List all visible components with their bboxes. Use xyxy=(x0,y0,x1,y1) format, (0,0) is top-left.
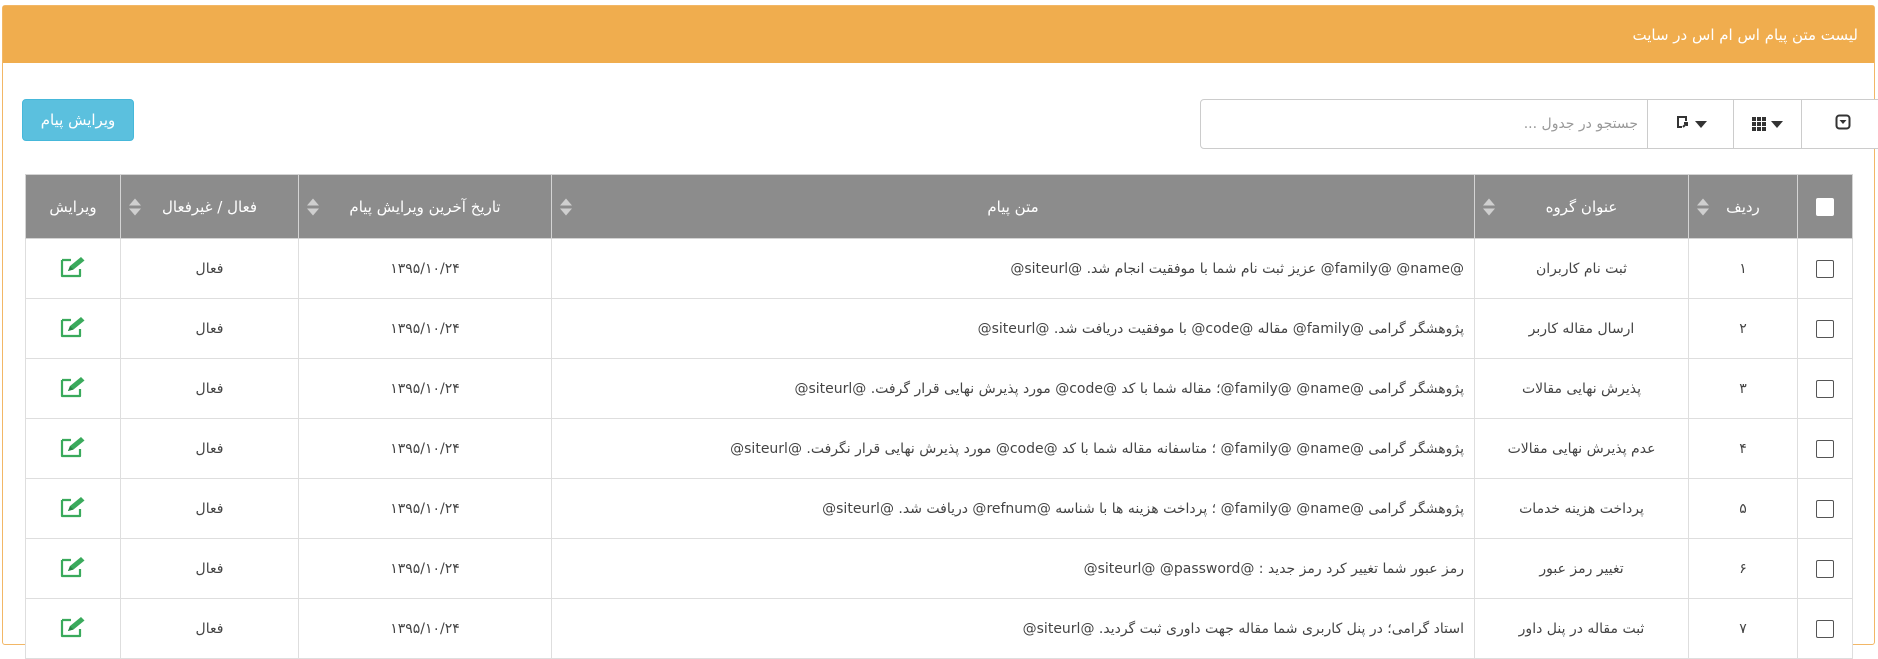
export-icon xyxy=(1674,114,1690,134)
sort-icon xyxy=(560,198,572,215)
select-all-checkbox[interactable] xyxy=(1816,197,1834,216)
chevron-down-icon xyxy=(1771,120,1783,128)
edit-cell xyxy=(25,598,121,659)
message-text-cell: استاد گرامی؛ در پنل کاربری شما مقاله جهت… xyxy=(551,598,1475,659)
status-cell: فعال xyxy=(120,538,299,599)
edit-icon[interactable] xyxy=(58,375,88,403)
status-cell: فعال xyxy=(120,478,299,539)
message-text-cell: رمز عبور شما تغییر کرد رمز جدید : @siteu… xyxy=(551,538,1475,599)
status-cell: فعال xyxy=(120,418,299,479)
group-title-cell: پذیرش نهایی مقالات xyxy=(1474,358,1689,419)
group-title-cell: پرداخت هزینه خدمات xyxy=(1474,478,1689,539)
row-number-cell: ۱ xyxy=(1688,238,1798,299)
grid-icon xyxy=(1752,117,1766,131)
edit-icon[interactable] xyxy=(58,435,88,463)
row-select-cell xyxy=(1797,418,1853,479)
table-row: ۶ تغییر رمز عبور رمز عبور شما تغییر کرد رم… xyxy=(25,538,1853,599)
last-edit-date-cell: ۱۳۹۵/۱۰/۲۴ xyxy=(298,538,552,599)
table-body: ۱ ثبت نام کاربران @family@ @name@ عزیز ثبت… xyxy=(25,238,1853,659)
column-header-group[interactable]: عنوان گروه xyxy=(1474,174,1689,239)
sort-icon xyxy=(1697,198,1709,215)
row-checkbox[interactable] xyxy=(1816,319,1834,338)
last-edit-date-cell: ۱۳۹۵/۱۰/۲۴ xyxy=(298,598,552,659)
edit-cell xyxy=(25,418,121,479)
column-header-status[interactable]: فعال / غیرفعال xyxy=(120,174,299,239)
select-all-header xyxy=(1797,174,1853,239)
last-edit-date-cell: ۱۳۹۵/۱۰/۲۴ xyxy=(298,238,552,299)
table-header-row: ردیف عنوان گروه متن پیام تاریخ آخرین ویر… xyxy=(25,174,1853,239)
row-checkbox[interactable] xyxy=(1816,619,1834,638)
message-text-cell: پژوهشگر گرامی @family@ @name@ ؛ متاسفانه… xyxy=(551,418,1475,479)
column-header-row-number[interactable]: ردیف xyxy=(1688,174,1798,239)
table-row: ۲ ارسال مقاله کاربر پژوهشگر گرامی @family@… xyxy=(25,298,1853,359)
message-text-cell: @family@ @name@ عزیز ثبت نام شما با موفق… xyxy=(551,238,1475,299)
edit-cell xyxy=(25,298,121,359)
toggle-button[interactable] xyxy=(1801,99,1878,149)
sms-messages-table: ردیف عنوان گروه متن پیام تاریخ آخرین ویر… xyxy=(25,174,1853,659)
row-number-cell: ۶ xyxy=(1688,538,1798,599)
group-title-cell: تغییر رمز عبور xyxy=(1474,538,1689,599)
edit-message-button[interactable]: ویرایش پیام xyxy=(22,99,134,141)
status-cell: فعال xyxy=(120,238,299,299)
chevron-down-icon xyxy=(1695,120,1707,128)
row-select-cell xyxy=(1797,238,1853,299)
message-text-cell: پژوهشگر گرامی @family@ @name@؛ مقاله شما… xyxy=(551,358,1475,419)
panel-title: لیست متن پیام اس ام اس در سایت xyxy=(1632,25,1859,44)
row-number-cell: ۲ xyxy=(1688,298,1798,359)
last-edit-date-cell: ۱۳۹۵/۱۰/۲۴ xyxy=(298,298,552,359)
row-select-cell xyxy=(1797,298,1853,359)
edit-cell xyxy=(25,358,121,419)
row-number-cell: ۴ xyxy=(1688,418,1798,479)
table-toolbar xyxy=(1200,99,1878,149)
edit-cell xyxy=(25,238,121,299)
edit-icon[interactable] xyxy=(58,255,88,283)
column-header-message[interactable]: متن پیام xyxy=(551,174,1475,239)
edit-icon[interactable] xyxy=(58,315,88,343)
row-checkbox[interactable] xyxy=(1816,559,1834,578)
message-text-cell: پژوهشگر گرامی @family@ مقاله @code@ با م… xyxy=(551,298,1475,359)
row-checkbox[interactable] xyxy=(1816,499,1834,518)
row-checkbox[interactable] xyxy=(1816,259,1834,278)
table-row: ۷ ثبت مقاله در پنل داور استاد گرامی؛ در پن… xyxy=(25,598,1853,659)
row-checkbox[interactable] xyxy=(1816,379,1834,398)
last-edit-date-cell: ۱۳۹۵/۱۰/۲۴ xyxy=(298,358,552,419)
row-select-cell xyxy=(1797,358,1853,419)
last-edit-date-cell: ۱۳۹۵/۱۰/۲۴ xyxy=(298,418,552,479)
last-edit-date-cell: ۱۳۹۵/۱۰/۲۴ xyxy=(298,478,552,539)
table-row: ۳ پذیرش نهایی مقالات پژوهشگر گرامی @family… xyxy=(25,358,1853,419)
row-number-cell: ۷ xyxy=(1688,598,1798,659)
edit-cell xyxy=(25,538,121,599)
column-header-date[interactable]: تاریخ آخرین ویرایش پیام xyxy=(298,174,552,239)
row-number-cell: ۵ xyxy=(1688,478,1798,539)
edit-icon[interactable] xyxy=(58,555,88,583)
row-checkbox[interactable] xyxy=(1816,439,1834,458)
status-cell: فعال xyxy=(120,298,299,359)
sort-icon xyxy=(129,198,141,215)
message-text-cell: پژوهشگر گرامی @family@ @name@ ؛ پرداخت ه… xyxy=(551,478,1475,539)
edit-cell xyxy=(25,478,121,539)
columns-button[interactable] xyxy=(1733,99,1802,149)
table-row: ۴ عدم پذیرش نهایی مقالات پژوهشگر گرامی @fa… xyxy=(25,418,1853,479)
column-header-edit: ویرایش xyxy=(25,174,121,239)
sort-icon xyxy=(307,198,319,215)
edit-icon[interactable] xyxy=(58,495,88,523)
panel-header: لیست متن پیام اس ام اس در سایت xyxy=(3,6,1874,63)
search-input[interactable] xyxy=(1200,99,1651,149)
table-row: ۱ ثبت نام کاربران @family@ @name@ عزیز ثبت… xyxy=(25,238,1853,299)
group-title-cell: عدم پذیرش نهایی مقالات xyxy=(1474,418,1689,479)
row-number-cell: ۳ xyxy=(1688,358,1798,419)
toggle-icon xyxy=(1835,114,1851,134)
table-row: ۵ پرداخت هزینه خدمات پژوهشگر گرامی @family… xyxy=(25,478,1853,539)
group-title-cell: ثبت مقاله در پنل داور xyxy=(1474,598,1689,659)
sort-icon xyxy=(1483,198,1495,215)
row-select-cell xyxy=(1797,538,1853,599)
row-select-cell xyxy=(1797,598,1853,659)
group-title-cell: ارسال مقاله کاربر xyxy=(1474,298,1689,359)
export-button[interactable] xyxy=(1647,99,1734,149)
status-cell: فعال xyxy=(120,358,299,419)
status-cell: فعال xyxy=(120,598,299,659)
row-select-cell xyxy=(1797,478,1853,539)
group-title-cell: ثبت نام کاربران xyxy=(1474,238,1689,299)
edit-icon[interactable] xyxy=(58,615,88,643)
